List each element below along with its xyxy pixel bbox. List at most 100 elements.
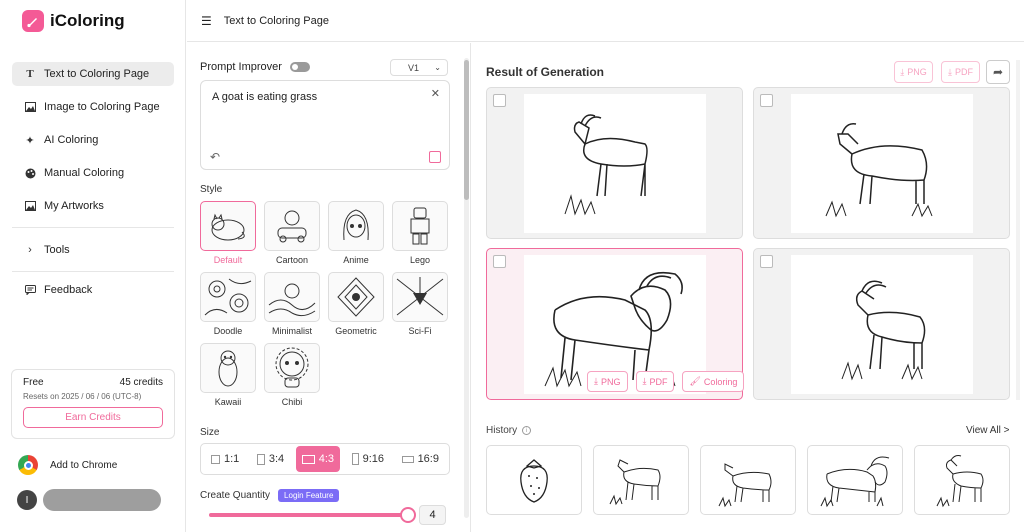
download-pdf-button[interactable]: ⤓ PDF <box>941 61 980 83</box>
result-card-2[interactable] <box>753 87 1010 239</box>
sidebar-item-tools[interactable]: › Tools <box>12 238 174 262</box>
history-item-goat[interactable] <box>593 445 689 515</box>
credits-reset: Resets on 2025 / 06 / 06 (UTC-8) <box>23 392 142 401</box>
size-selector: 1:1 3:4 4:3 9:16 16:9 <box>200 443 450 475</box>
clear-icon[interactable]: ✕ <box>431 87 440 100</box>
style-name: Kawaii <box>214 397 242 407</box>
history-item-goats[interactable] <box>807 445 903 515</box>
sidebar-item-my-artworks[interactable]: My Artworks <box>12 194 174 218</box>
quantity-value[interactable]: 4 <box>419 505 446 525</box>
style-label: Style <box>200 184 223 195</box>
size-option-4-3[interactable]: 4:3 <box>295 446 341 472</box>
sidebar-item-manual-coloring[interactable]: Manual Coloring <box>12 161 174 185</box>
random-prompt-icon[interactable] <box>429 151 441 163</box>
history-label: History <box>486 425 518 436</box>
card-coloring-button[interactable]: 🖌 Coloring <box>682 371 745 392</box>
add-to-chrome-label: Add to Chrome <box>50 459 118 471</box>
style-thumb <box>264 201 320 251</box>
size-option-9-16[interactable]: 9:16 <box>346 446 390 472</box>
png-label: PNG <box>600 376 621 387</box>
result-title: Result of Generation <box>486 65 605 79</box>
share-icon[interactable]: ➦ <box>986 60 1010 84</box>
card-pdf-button[interactable]: ⤓ PDF <box>635 371 675 392</box>
result-card-4[interactable] <box>753 248 1010 400</box>
download-icon: ⤓ <box>948 66 952 77</box>
undo-icon[interactable]: ↶ <box>210 150 220 164</box>
style-option-lego[interactable]: Lego <box>392 201 448 267</box>
style-thumb <box>392 272 448 322</box>
size-option-16-9[interactable]: 16:9 <box>396 446 445 472</box>
style-option-geometric[interactable]: Geometric <box>328 272 384 338</box>
sidebar-nav: T Text to Coloring Page Image to Colorin… <box>12 62 174 311</box>
user-profile[interactable]: I <box>17 489 161 511</box>
style-name: Minimalist <box>271 326 312 336</box>
view-all-link[interactable]: View All > <box>966 425 1009 436</box>
pdf-label: PDF <box>954 67 973 77</box>
history-item-strawberry[interactable] <box>486 445 582 515</box>
ratio-icon <box>301 454 315 464</box>
select-checkbox[interactable] <box>493 94 506 107</box>
quantity-slider-handle[interactable] <box>400 507 416 523</box>
goat-image <box>791 94 973 233</box>
sidebar-item-text-to-coloring[interactable]: T Text to Coloring Page <box>12 62 174 86</box>
size-value: 3:4 <box>268 453 285 465</box>
size-option-3-4[interactable]: 3:4 <box>251 446 290 472</box>
result-card-1[interactable] <box>486 87 743 239</box>
style-option-anime[interactable]: Anime <box>328 201 384 267</box>
add-to-chrome[interactable]: Add to Chrome <box>18 455 117 475</box>
prompt-improver-label: Prompt Improver <box>200 61 282 73</box>
select-checkbox[interactable] <box>760 94 773 107</box>
settings-scrollbar[interactable] <box>464 58 469 518</box>
select-checkbox[interactable] <box>493 255 506 268</box>
style-option-chibi[interactable]: Chibi <box>264 343 320 409</box>
style-option-sci-fi[interactable]: Sci-Fi <box>392 272 448 338</box>
sidebar-item-feedback[interactable]: Feedback <box>12 278 174 302</box>
download-icon: ⤓ <box>642 376 647 386</box>
history-item-goat[interactable] <box>700 445 796 515</box>
size-option-1-1[interactable]: 1:1 <box>205 446 245 472</box>
download-png-button[interactable]: ⤓ PNG <box>894 61 933 83</box>
prompt-text: A goat is eating grass <box>212 91 318 103</box>
ratio-icon <box>401 455 414 463</box>
size-value: 4:3 <box>318 453 335 465</box>
style-option-cartoon[interactable]: Cartoon <box>264 201 320 267</box>
style-option-default[interactable]: Default <box>200 201 256 267</box>
info-icon[interactable]: i <box>522 426 532 435</box>
history-item-goat[interactable] <box>914 445 1010 515</box>
pdf-label: PDF <box>649 376 668 387</box>
style-name: Doodle <box>213 326 243 336</box>
goat-image <box>791 255 973 394</box>
version-select[interactable]: V1 ⌄ <box>390 59 448 76</box>
quantity-slider-track[interactable] <box>209 513 412 517</box>
results-scrollbar[interactable] <box>1016 60 1020 400</box>
style-option-kawaii[interactable]: Kawaii <box>200 343 256 409</box>
quantity-label: Create Quantity <box>200 490 271 501</box>
menu-icon[interactable]: ☰ <box>201 14 212 28</box>
sidebar-item-image-to-coloring[interactable]: Image to Coloring Page <box>12 95 174 119</box>
result-card-3[interactable]: ⤓ PNG ⤓ PDF 🖌 Coloring <box>486 248 745 400</box>
chevron-down-icon: ⌄ <box>434 63 441 72</box>
style-thumb <box>200 201 256 251</box>
sidebar-item-ai-coloring[interactable]: ✦ AI Coloring <box>12 128 174 152</box>
brush-icon <box>22 10 44 32</box>
download-icon: ⤓ <box>594 376 598 386</box>
sidebar: iColoring T Text to Coloring Page Image … <box>0 0 186 532</box>
logo[interactable]: iColoring <box>22 10 125 32</box>
style-name: Cartoon <box>275 255 309 265</box>
select-checkbox[interactable] <box>760 255 773 268</box>
size-value: 9:16 <box>362 453 384 465</box>
card-png-button[interactable]: ⤓ PNG <box>587 371 628 392</box>
chevron-right-icon: › <box>28 244 32 256</box>
quantity-header: Create Quantity Login Feature <box>200 489 340 502</box>
earn-credits-button[interactable]: Earn Credits <box>23 407 163 428</box>
prompt-textarea[interactable]: A goat is eating grass ✕ ↶ <box>200 80 450 170</box>
palette-icon <box>24 167 36 179</box>
style-option-doodle[interactable]: Doodle <box>200 272 256 338</box>
style-name: Lego <box>409 255 431 265</box>
style-thumb <box>392 201 448 251</box>
image-icon <box>24 101 36 113</box>
text-icon: T <box>26 68 34 80</box>
style-option-minimalist[interactable]: Minimalist <box>264 272 320 338</box>
style-name: Default <box>213 255 243 265</box>
prompt-improver-toggle[interactable] <box>289 62 310 72</box>
